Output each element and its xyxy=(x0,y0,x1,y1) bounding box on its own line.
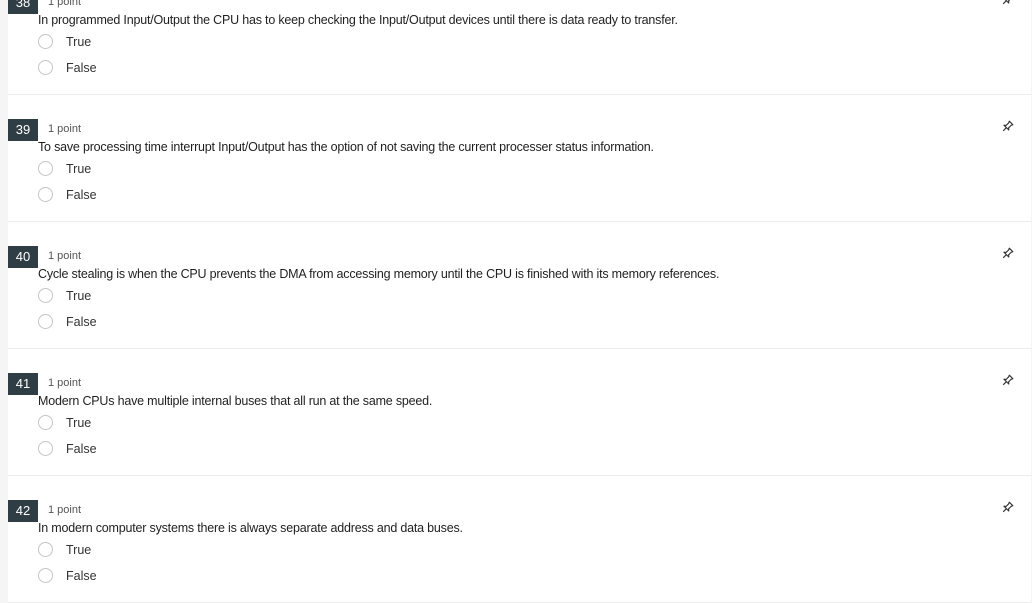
radio-button-icon[interactable] xyxy=(38,441,53,456)
pin-icon[interactable] xyxy=(1001,0,1017,8)
answer-option-label: True xyxy=(66,288,92,303)
question-number-badge: 39 xyxy=(8,119,38,141)
question-card-41: 41 1 point Modern CPUs have multiple inter… xyxy=(8,349,1031,476)
answer-option-label: False xyxy=(66,60,97,75)
question-card-39: 39 1 point To save processing time interru… xyxy=(8,95,1031,222)
question-card-40: 40 1 point Cycle stealing is when the CPU … xyxy=(8,222,1031,349)
answer-option-true[interactable]: True xyxy=(38,161,91,176)
answer-option-false[interactable]: False xyxy=(38,314,97,329)
answer-option-label: False xyxy=(66,568,97,583)
question-card-38: 38 1 point In programmed Input/Output the … xyxy=(8,0,1031,95)
question-text: Cycle stealing is when the CPU prevents … xyxy=(38,267,720,281)
question-points: 1 point xyxy=(48,123,82,135)
question-card-42: 42 1 point In modern computer systems ther… xyxy=(8,476,1031,603)
radio-button-icon[interactable] xyxy=(38,187,53,202)
question-points: 1 point xyxy=(48,504,82,516)
answer-option-label: True xyxy=(66,161,92,176)
pin-icon[interactable] xyxy=(1001,246,1017,262)
radio-button-icon[interactable] xyxy=(38,60,53,75)
question-points: 1 point xyxy=(48,377,82,389)
answer-option-label: True xyxy=(66,542,92,557)
question-points: 1 point xyxy=(48,0,82,8)
answer-option-true[interactable]: True xyxy=(38,288,91,303)
radio-button-icon[interactable] xyxy=(38,34,53,49)
answer-option-true[interactable]: True xyxy=(38,415,91,430)
radio-button-icon[interactable] xyxy=(38,288,53,303)
answer-option-label: True xyxy=(66,34,92,49)
question-points: 1 point xyxy=(48,250,82,262)
question-text: Modern CPUs have multiple internal buses… xyxy=(38,394,433,408)
radio-button-icon[interactable] xyxy=(38,542,53,557)
radio-button-icon[interactable] xyxy=(38,415,53,430)
radio-button-icon[interactable] xyxy=(38,161,53,176)
answer-option-label: False xyxy=(66,441,97,456)
answer-option-true[interactable]: True xyxy=(38,542,91,557)
radio-button-icon[interactable] xyxy=(38,314,53,329)
answer-option-false[interactable]: False xyxy=(38,568,97,583)
question-number-badge: 40 xyxy=(8,246,38,268)
answer-option-label: True xyxy=(66,415,92,430)
pin-icon[interactable] xyxy=(1001,373,1017,389)
question-number-badge: 38 xyxy=(8,0,38,14)
pin-icon[interactable] xyxy=(1001,119,1017,135)
question-text: In modern computer systems there is alwa… xyxy=(38,521,463,535)
answer-option-label: False xyxy=(66,314,97,329)
question-number-badge: 41 xyxy=(8,373,38,395)
question-text: To save processing time interrupt Input/… xyxy=(38,140,654,154)
answer-option-false[interactable]: False xyxy=(38,187,97,202)
radio-button-icon[interactable] xyxy=(38,568,53,583)
quiz-question-list: 38 1 point In programmed Input/Output the … xyxy=(8,0,1031,603)
answer-option-true[interactable]: True xyxy=(38,34,91,49)
answer-option-false[interactable]: False xyxy=(38,441,97,456)
answer-option-false[interactable]: False xyxy=(38,60,97,75)
question-number-badge: 42 xyxy=(8,500,38,522)
answer-option-label: False xyxy=(66,187,97,202)
pin-icon[interactable] xyxy=(1001,500,1017,516)
question-text: In programmed Input/Output the CPU has t… xyxy=(38,13,678,27)
